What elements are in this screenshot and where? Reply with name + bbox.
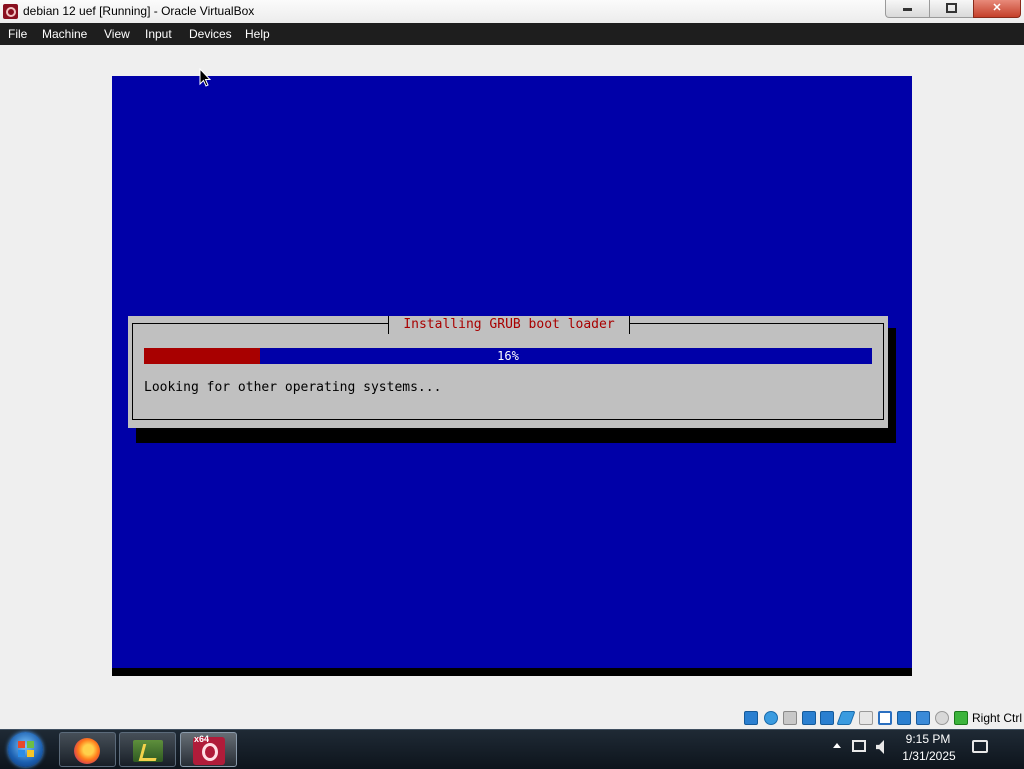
taskbar-virtualbox[interactable]: x64 [180,732,237,767]
virtualbox-app-icon [3,4,18,19]
installer-status: Looking for other operating systems... [144,380,442,395]
usb-icon[interactable] [836,711,856,725]
volume-icon[interactable] [876,740,884,754]
x64-badge: x64 [194,734,210,744]
optical-drive-icon[interactable] [764,711,778,725]
firefox-icon [74,738,100,764]
restore-icon [946,3,957,13]
menu-view[interactable]: View [104,27,130,41]
show-hidden-icons-icon[interactable] [833,743,841,748]
menu-help[interactable]: Help [245,27,270,41]
dialog-frame [132,323,884,420]
video-capture-icon[interactable] [897,711,911,725]
shared-folders-icon[interactable] [859,711,873,725]
minimize-button[interactable] [885,0,930,18]
taskbar: x64 9:15 PM 1/31/2025 [0,729,1024,769]
window-title-bar[interactable]: debian 12 uef [Running] - Oracle Virtual… [0,0,1024,24]
menu-machine[interactable]: Machine [42,27,87,41]
installer-dialog: Installing GRUB boot loader 16% Looking … [128,316,888,428]
network-icon[interactable] [820,711,834,725]
dialog-title: Installing GRUB boot loader [388,316,630,334]
hard-disk-icon[interactable] [744,711,758,725]
menu-file[interactable]: File [8,27,27,41]
display-icon[interactable] [878,711,892,725]
file-manager-icon [133,740,163,762]
menu-input[interactable]: Input [145,27,172,41]
window-title: debian 12 uef [Running] - Oracle Virtual… [23,4,255,18]
restore-button[interactable] [929,0,974,18]
taskbar-file-manager[interactable] [119,732,176,767]
vm-display-bottom-edge [112,668,912,676]
progress-bar: 16% [144,348,872,364]
clock-date[interactable]: 1/31/2025 [899,749,959,763]
network-tray-icon[interactable] [852,740,866,752]
clock-time[interactable]: 9:15 PM [905,732,951,746]
minimize-icon [903,8,912,11]
virtualization-icon[interactable] [916,711,930,725]
audio-icon[interactable] [802,711,816,725]
taskbar-firefox[interactable] [59,732,116,767]
host-key-label: Right Ctrl [972,711,1023,725]
windows-logo-icon [18,741,34,757]
close-icon: ✕ [992,2,1002,14]
mouse-integration-icon[interactable] [935,711,949,725]
progress-percent: 16% [497,349,519,363]
keyboard-icon[interactable] [954,711,968,725]
floppy-icon[interactable] [783,711,797,725]
menu-devices[interactable]: Devices [189,27,232,41]
close-button[interactable]: ✕ [973,0,1021,18]
start-button[interactable] [8,732,43,767]
mouse-cursor-icon [199,67,212,93]
action-center-icon[interactable] [972,740,988,753]
menu-bar: File Machine View Input Devices Help [0,23,1024,45]
